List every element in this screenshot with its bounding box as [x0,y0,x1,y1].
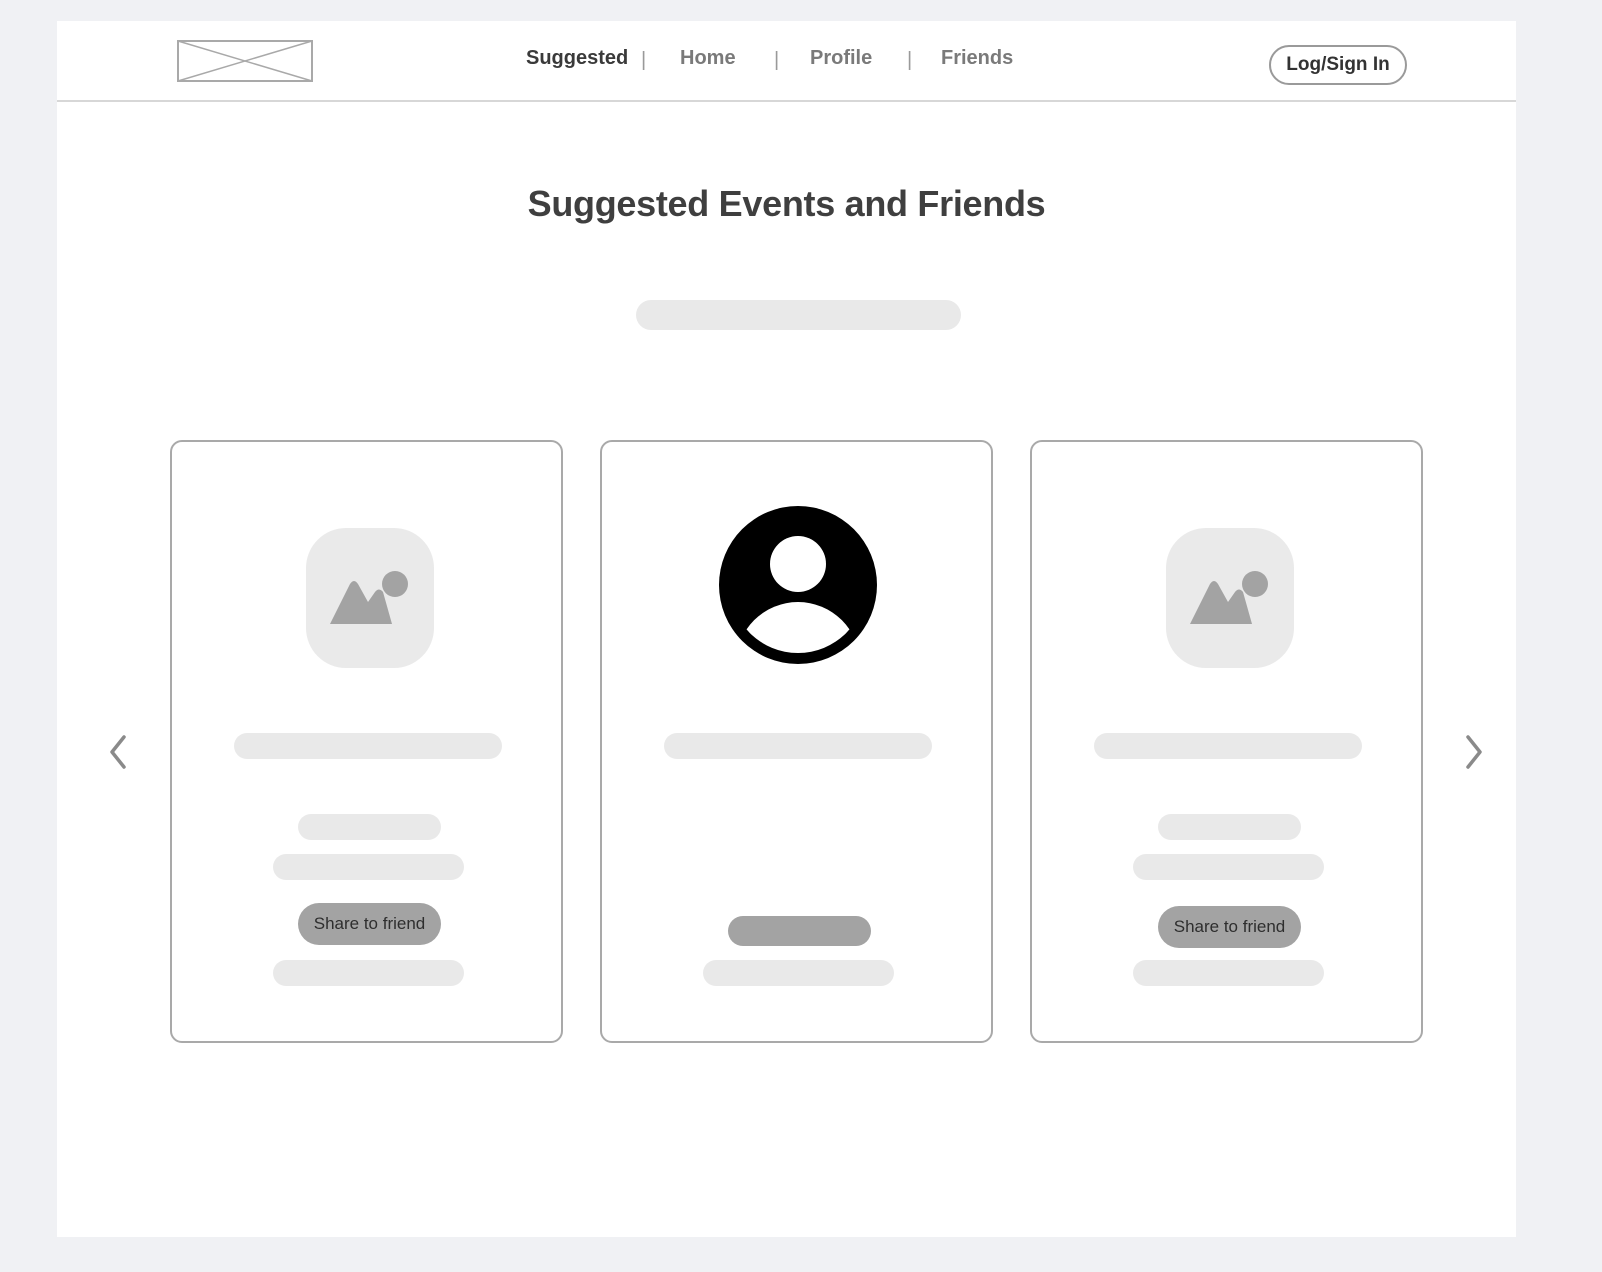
top-navbar: Suggested | Home | Profile | Friends Log… [57,21,1516,102]
title-placeholder [234,733,502,759]
login-signin-button[interactable]: Log/Sign In [1269,45,1407,85]
nav-item-profile[interactable]: Profile [810,47,872,70]
image-icon [1166,528,1294,668]
share-to-friend-button[interactable]: Share to friend [1158,906,1301,948]
nav-item-friends[interactable]: Friends [941,47,1013,70]
text-placeholder [1133,854,1324,880]
text-placeholder [298,814,441,840]
nav-item-suggested[interactable]: Suggested [526,47,628,70]
share-to-friend-button[interactable]: Share to friend [298,903,441,945]
page-title: Suggested Events and Friends [527,183,1046,224]
nav-item-home[interactable]: Home [680,47,736,70]
text-placeholder [703,960,894,986]
chevron-right-icon[interactable] [1462,732,1486,772]
friend-card[interactable] [600,440,993,1043]
nav-separator: | [907,49,913,71]
title-placeholder [1094,733,1362,759]
text-placeholder [1133,960,1324,986]
chevron-left-icon[interactable] [106,732,130,772]
nav-separator: | [641,49,647,71]
page-frame: Suggested | Home | Profile | Friends Log… [57,21,1516,1237]
user-avatar-icon [719,506,877,664]
text-placeholder [1158,814,1301,840]
event-card[interactable]: Share to friend [170,440,563,1043]
subtitle-placeholder [636,300,961,330]
nav-separator: | [774,49,780,71]
text-placeholder [273,854,464,880]
event-card[interactable]: Share to friend [1030,440,1423,1043]
title-placeholder [664,733,932,759]
image-icon [306,528,434,668]
text-placeholder [273,960,464,986]
action-button-placeholder[interactable] [728,916,871,946]
